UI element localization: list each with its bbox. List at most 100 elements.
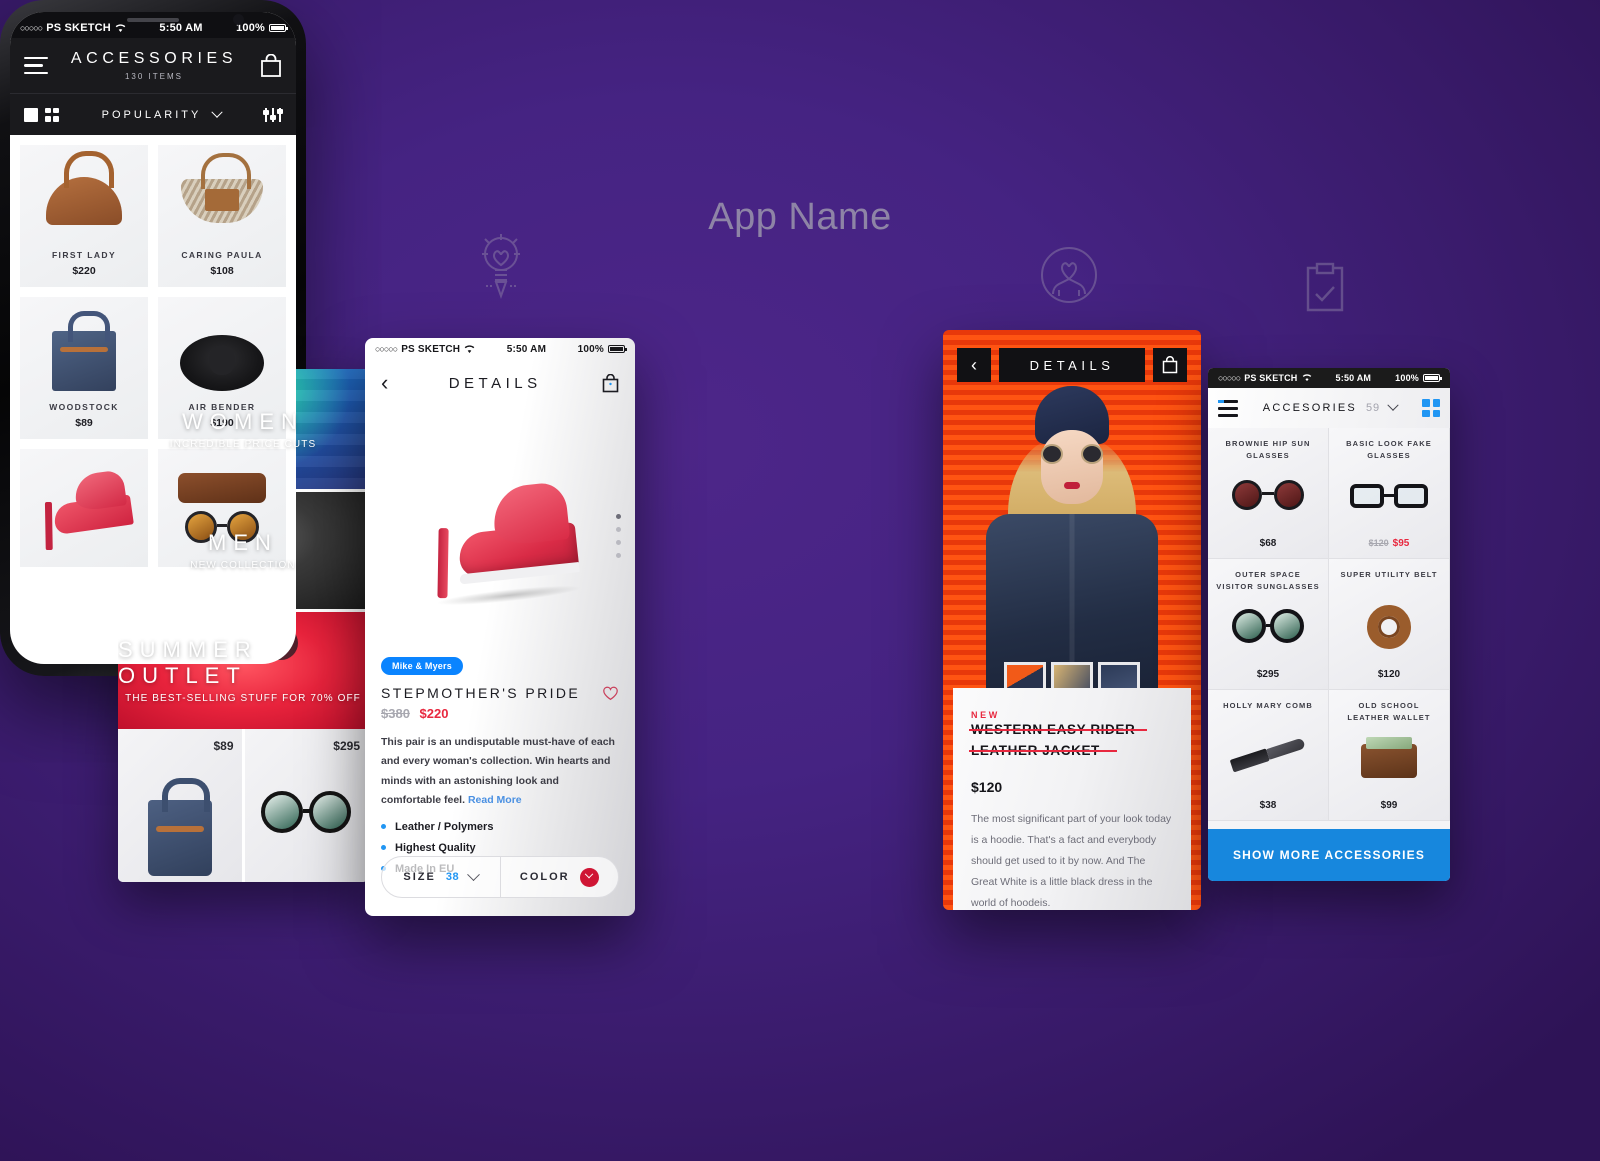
status-bar: ○○○○○ PS SKETCH 5:50 AM 100% — [365, 338, 635, 360]
list-item[interactable]: HOLLY MARY COMB $38 — [1208, 690, 1329, 821]
product-price: $108 — [210, 265, 234, 277]
folding-comb-icon — [1229, 737, 1307, 774]
signal-dots-icon: ○○○○○ — [375, 344, 398, 354]
sort-label: POPULARITY — [101, 108, 202, 121]
accessories-list-screen[interactable]: ○○○○○ PS SKETCH 5:50 AM 100% ACCESORIES … — [1208, 368, 1450, 881]
color-swatch — [579, 867, 599, 887]
jacket-info-panel: NEW WESTERN EASY RIDER LEATHER JACKET $1… — [953, 688, 1191, 910]
read-more-link[interactable]: Read More — [468, 794, 522, 806]
list-item: Leather / Polymers — [381, 821, 619, 833]
shopping-bag-icon[interactable] — [260, 53, 282, 78]
view-toggle[interactable] — [24, 107, 59, 122]
black-fedora-hat-icon — [180, 335, 264, 391]
product-price: $89 — [213, 739, 234, 753]
jacket-name: WESTERN EASY RIDER LEATHER JACKET — [969, 720, 1173, 762]
clock-label: 5:50 AM — [159, 22, 203, 34]
sunglasses-icon — [1041, 444, 1103, 464]
earpiece-speaker — [127, 18, 179, 22]
chevron-down-icon — [584, 869, 594, 879]
denim-tote-bag-icon — [147, 778, 212, 876]
filter-sliders-icon[interactable] — [263, 107, 283, 122]
product-card[interactable]: FIRST LADY $220 — [20, 145, 148, 287]
grid-view-icon[interactable] — [45, 107, 59, 122]
product-card[interactable] — [20, 449, 148, 567]
model-face — [1041, 430, 1103, 504]
heart-icon[interactable] — [602, 686, 619, 701]
signal-dots-icon: ○○○○○ — [1218, 373, 1241, 383]
category-dropdown[interactable]: ACCESORIES 59 — [1238, 399, 1422, 414]
list-item[interactable]: OUTER SPACE VISITOR SUNGLASSES $295 — [1208, 559, 1329, 690]
product-price: $120 $95 — [1329, 538, 1449, 549]
product-card-sunglasses[interactable]: $295 — [241, 729, 368, 882]
center-phone-device: ○○○○○ PS SKETCH 5:50 AM 100% ACCESSORIES… — [0, 0, 306, 676]
clock-label: 5:50 AM — [1335, 373, 1372, 383]
clipboard-check-icon — [1302, 262, 1348, 314]
product-name: FIRST LADY — [51, 250, 117, 260]
jacket-details-screen[interactable]: ‹ DETAILS NEW WESTERN EASY RIDER LEATHER… — [943, 330, 1201, 910]
round-sunglasses-icon — [261, 790, 352, 833]
jacket-description: The most significant part of your look t… — [971, 812, 1172, 909]
list-item[interactable]: BROWNIE HIP SUN GLASSES $68 — [1208, 428, 1329, 559]
list-item[interactable]: BASIC LOOK FAKE GLASSES $120 $95 — [1329, 428, 1450, 559]
product-card[interactable]: WOODSTOCK $89 — [20, 297, 148, 439]
accessories-title: ACCESSORIES — [70, 50, 238, 67]
size-value: 38 — [445, 871, 460, 883]
product-name: BROWNIE HIP SUN GLASSES — [1225, 439, 1311, 460]
sort-toolbar: POPULARITY — [10, 93, 296, 135]
battery-percent-label: 100% — [1395, 373, 1419, 383]
accessories-header: ACCESSORIES 130 ITEMS — [10, 38, 296, 93]
product-name: STEPMOTHER'S PRIDE — [381, 685, 581, 701]
color-selector[interactable]: COLOR — [499, 857, 619, 897]
accessories-toolbar: ACCESORIES 59 — [1208, 388, 1450, 428]
product-description: This pair is an undisputable must-have o… — [381, 733, 619, 811]
product-name: OLD SCHOOL LEATHER WALLET — [1347, 701, 1431, 722]
image-pager-dots[interactable] — [616, 514, 621, 558]
signal-dots-icon: ○○○○○ — [20, 23, 43, 33]
product-name: HOLLY MARY COMB — [1223, 701, 1313, 710]
category-title: WOMEN — [182, 408, 304, 434]
wifi-icon — [115, 23, 126, 32]
sort-dropdown[interactable]: POPULARITY — [59, 106, 264, 121]
category-title: SUMMER OUTLET — [118, 637, 258, 688]
red-high-heel-icon — [419, 459, 583, 610]
model-photo — [943, 330, 1201, 714]
grid-view-icon[interactable] — [1422, 399, 1440, 417]
battery-percent-label: 100% — [577, 343, 604, 355]
chevron-down-icon — [211, 106, 224, 118]
product-price: $99 — [1380, 800, 1398, 811]
shopping-bag-icon[interactable] — [602, 373, 619, 393]
carrier-label: PS SKETCH — [1244, 373, 1298, 383]
category-subtitle: THE BEST-SELLING STUFF FOR 70% OFF — [125, 693, 361, 704]
status-badge: NEW — [971, 710, 1000, 720]
list-view-icon[interactable] — [1218, 399, 1238, 417]
product-hero-image[interactable] — [365, 406, 635, 656]
size-selector[interactable]: SIZE 38 — [382, 857, 500, 897]
back-button[interactable]: ‹ — [957, 348, 991, 382]
hamburger-icon[interactable] — [24, 56, 48, 75]
red-high-heel-icon — [32, 469, 136, 552]
product-card-denim-tote[interactable]: $89 — [118, 729, 242, 882]
product-details-screen[interactable]: ○○○○○ PS SKETCH 5:50 AM 100% ‹ DETAILS M… — [365, 338, 635, 916]
single-column-view-icon[interactable] — [24, 107, 38, 122]
shopping-bag-icon[interactable] — [1153, 348, 1187, 382]
list-item[interactable]: OLD SCHOOL LEATHER WALLET $99 — [1329, 690, 1450, 821]
show-more-accessories-button[interactable]: SHOW MORE ACCESSORIES — [1208, 829, 1450, 881]
list-item[interactable]: SUPER UTILITY BELT $120 — [1329, 559, 1450, 690]
carrier-label: PS SKETCH — [46, 22, 111, 34]
category-subtitle: NEW COLLECTION — [190, 560, 296, 571]
status-bar: ○○○○○ PS SKETCH 5:50 AM 100% — [10, 12, 296, 38]
leather-glasses-case-icon — [178, 473, 266, 503]
status-bar: ○○○○○ PS SKETCH 5:50 AM 100% — [1208, 368, 1450, 388]
back-button[interactable]: ‹ — [381, 372, 388, 394]
product-name: WOODSTOCK — [49, 402, 119, 412]
product-name: SUPER UTILITY BELT — [1340, 570, 1438, 579]
product-price: $120 — [1377, 669, 1401, 680]
product-card[interactable]: CARING PAULA $108 — [158, 145, 286, 287]
current-price: $95 — [1392, 538, 1410, 549]
brown-round-sunglasses-icon — [1232, 480, 1304, 510]
category-product-strip: $89 $295 — [118, 729, 368, 882]
brand-badge[interactable]: Mike & Myers — [381, 657, 463, 675]
carrier-label: PS SKETCH — [401, 343, 461, 355]
product-price: $295 — [333, 739, 360, 753]
current-price: $220 — [419, 706, 449, 721]
